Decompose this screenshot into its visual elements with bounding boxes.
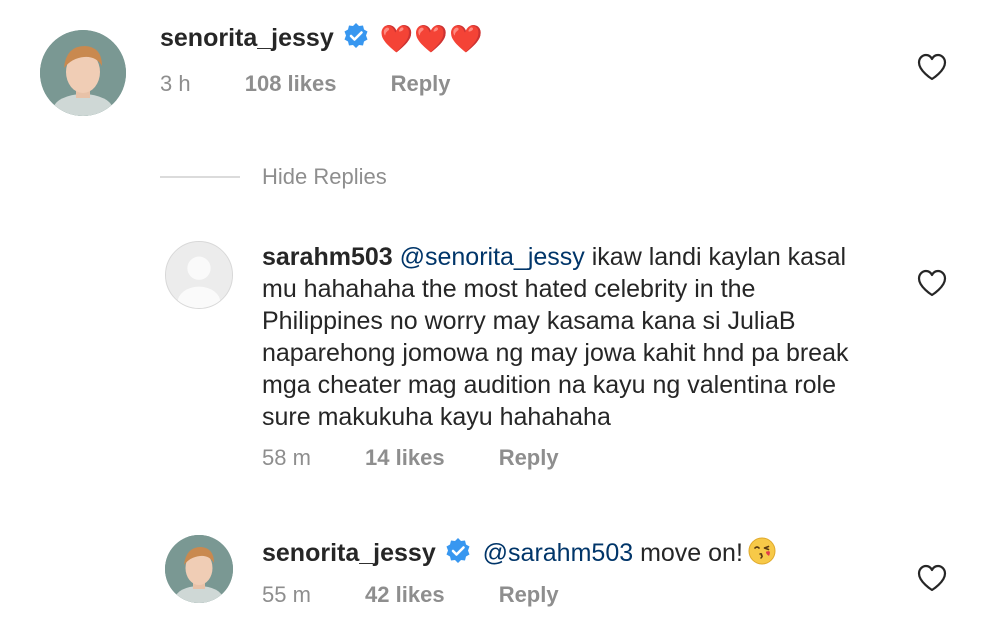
comment-likes[interactable]: 108 likes [245,71,337,97]
heart-outline-icon[interactable] [916,52,948,82]
reply-username[interactable]: sarahm503 [262,243,393,271]
reply-button[interactable]: Reply [499,582,559,608]
reply-username[interactable]: senorita_jessy [262,539,436,567]
profile-photo [165,535,233,603]
comment-time: 3 h [160,71,191,96]
reply-text: move on! [633,539,743,567]
comment-username[interactable]: senorita_jessy [160,24,334,52]
default-avatar-icon [166,242,232,308]
reply-button[interactable]: Reply [391,71,451,97]
profile-photo [40,30,126,116]
reply-time: 58 m [262,445,311,470]
heart-outline-icon[interactable] [916,563,948,593]
reply-meta: 58 m 14 likes Reply [262,445,559,471]
reply-text: ikaw landi kaylan kasal mu hahahaha the … [262,243,849,431]
reply-likes[interactable]: 42 likes [365,582,445,608]
avatar-senorita-jessy[interactable] [40,30,126,116]
hearts-emoji: ❤️❤️❤️ [379,24,484,54]
mention-link[interactable]: @senorita_jessy [400,243,585,271]
hide-replies-divider [160,176,240,178]
reply-body: sarahm503 @senorita_jessy ikaw landi kay… [262,241,882,433]
verified-badge-icon [444,537,472,565]
reply-likes[interactable]: 14 likes [365,445,445,471]
kissing-face-emoji [747,536,777,566]
reply-button[interactable]: Reply [499,445,559,471]
reply-meta: 55 m 42 likes Reply [262,582,559,608]
comment-meta: 3 h 108 likes Reply [160,71,451,97]
heart-outline-icon[interactable] [916,268,948,298]
avatar-senorita-jessy[interactable] [165,535,233,603]
mention-link[interactable]: @sarahm503 [483,539,633,567]
reply-time: 55 m [262,582,311,607]
avatar-sarahm503[interactable] [165,241,233,309]
verified-badge-icon [342,22,370,50]
hide-replies-button[interactable]: Hide Replies [262,164,387,190]
